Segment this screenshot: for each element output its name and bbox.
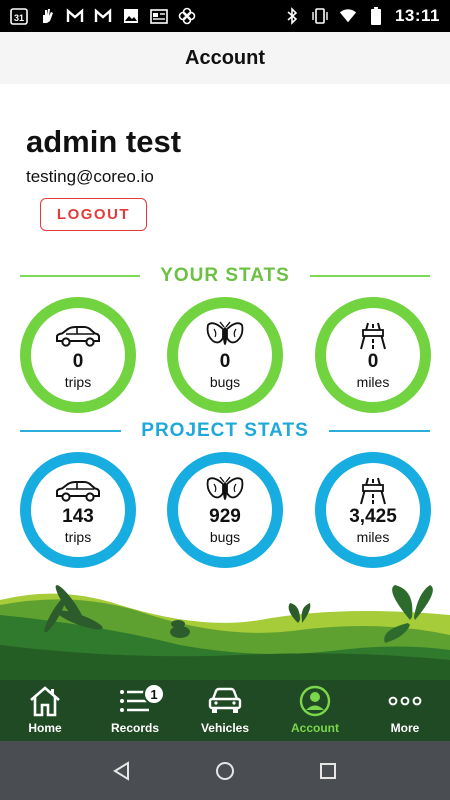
your-miles-stat: 0 miles [315,297,431,413]
stat-value: 0 [219,350,231,372]
nav-label: Account [291,721,339,735]
user-name: admin test [26,124,182,159]
nav-item-home[interactable]: Home [0,680,90,741]
stat-label: miles [356,528,390,545]
back-icon[interactable] [102,751,142,791]
stat-label: bugs [209,528,241,545]
vibrate-icon [311,7,329,25]
landscape-illustration [0,585,450,685]
divider [309,275,431,277]
account-icon [299,683,331,719]
stat-label: trips [64,373,92,390]
nav-label: Vehicles [200,721,250,735]
car-icon [54,321,102,351]
recents-icon[interactable] [308,751,348,791]
hand-icon [38,7,56,25]
stat-label: bugs [209,373,241,390]
nav-item-vehicles[interactable]: Vehicles [180,680,270,741]
bottom-navigation: Home 1 Records Vehicles Account More [0,680,450,741]
stat-value: 0 [367,350,379,372]
divider [328,430,431,432]
notification-icons: 31 [10,7,196,25]
stat-value: 929 [209,505,241,527]
moth-icon [201,321,249,351]
home-icon [28,683,62,719]
road-icon [349,321,397,351]
news-icon [150,7,168,25]
gmail-icon [94,7,112,25]
divider [20,275,141,277]
nav-item-more[interactable]: More [360,680,450,741]
vehicle-icon [208,683,242,719]
stat-value: 143 [62,505,94,527]
records-badge: 1 [143,683,165,705]
stat-label: trips [64,528,92,545]
gmail-icon [66,7,84,25]
logout-button[interactable]: LOGOUT [40,198,147,231]
stat-value: 0 [72,350,84,372]
project-trips-stat: 143 trips [20,452,136,568]
nav-item-records[interactable]: 1 Records [90,680,180,741]
nav-item-account[interactable]: Account [270,680,360,741]
battery-icon [367,7,385,25]
moth-icon [201,476,249,506]
nav-label: More [390,721,420,735]
wifi-icon [339,7,357,25]
your-stats-title: YOUR STATS [160,265,290,286]
car-icon [54,476,102,506]
clock: 13:11 [394,6,440,25]
system-navigation-bar [0,741,450,800]
page-title: Account [185,46,265,69]
project-miles-stat: 3,425 miles [315,452,431,568]
your-stats-header: YOUR STATS [20,264,431,288]
divider [20,430,122,432]
project-stats-header: PROJECT STATS [20,419,431,443]
your-bugs-stat: 0 bugs [167,297,283,413]
home-circle-icon[interactable] [205,751,245,791]
stat-label: miles [356,373,390,390]
pinwheel-icon [178,7,196,25]
project-stats-title: PROJECT STATS [141,420,309,441]
nav-label: Home [28,721,62,735]
your-trips-stat: 0 trips [20,297,136,413]
user-email: testing@coreo.io [26,167,154,186]
calendar-icon: 31 [10,7,28,25]
app-header: Account [0,32,450,84]
stat-value: 3,425 [349,505,397,527]
status-bar: 31 13:11 [0,0,450,32]
project-bugs-stat: 929 bugs [167,452,283,568]
bluetooth-icon [283,7,301,25]
system-icons: 13:11 [283,6,440,26]
more-dots-icon [388,683,422,719]
photo-icon [122,7,140,25]
road-icon [349,476,397,506]
svg-text:31: 31 [14,13,24,23]
nav-label: Records [110,721,160,735]
